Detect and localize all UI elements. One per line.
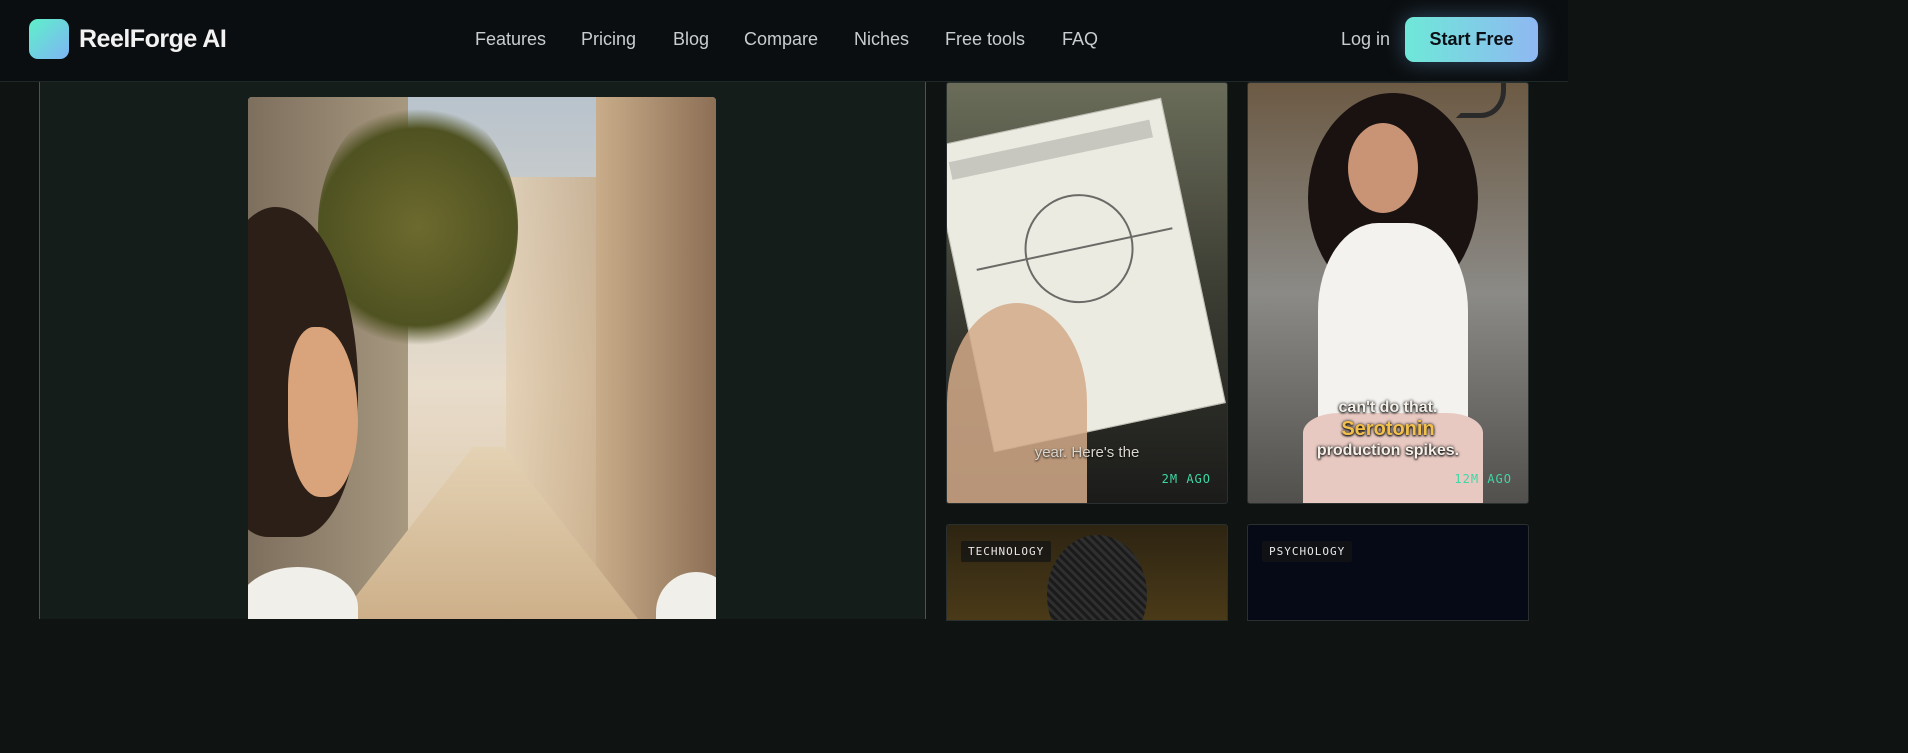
login-link[interactable]: Log in <box>1341 28 1390 50</box>
video-card[interactable]: TECHNOLOGY <box>946 524 1228 621</box>
nav-link-niches[interactable]: Niches <box>854 28 909 50</box>
video-timestamp: 2M AGO <box>1161 472 1211 486</box>
nav-link-blog[interactable]: Blog <box>673 28 709 50</box>
woman-face-illustration <box>1348 123 1418 213</box>
nav-link-pricing[interactable]: Pricing <box>581 28 636 50</box>
video-subtitle-line1: can't do that. <box>1338 399 1438 416</box>
video-subtitle-line3: production spikes. <box>1316 442 1460 459</box>
video-card[interactable]: can't do that. Serotonin production spik… <box>1247 82 1529 504</box>
video-card[interactable]: PSYCHOLOGY <box>1247 524 1529 621</box>
video-subtitle: year. Here's the <box>1034 444 1140 461</box>
video-timestamp: 12M AGO <box>1454 472 1512 486</box>
niche-tag: TECHNOLOGY <box>961 541 1052 562</box>
brand-name[interactable]: ReelForge AI <box>79 24 227 54</box>
hand-illustration <box>947 303 1087 503</box>
top-navbar: ReelForge AI Features Pricing Blog Compa… <box>0 0 1568 82</box>
reelforge-logo-icon[interactable] <box>29 19 69 59</box>
video-subtitle-highlight: Serotonin <box>1341 418 1435 440</box>
number-glyph-icon <box>1456 83 1506 118</box>
woman-braids-illustration <box>1047 535 1147 620</box>
nav-link-faq[interactable]: FAQ <box>1062 28 1098 50</box>
nav-link-free-tools[interactable]: Free tools <box>945 28 1025 50</box>
video-card[interactable]: year. Here's the 2M AGO <box>946 82 1228 504</box>
niche-tag: PSYCHOLOGY <box>1262 541 1353 562</box>
paper-header <box>948 119 1154 180</box>
nav-link-features[interactable]: Features <box>475 28 546 50</box>
start-free-button[interactable]: Start Free <box>1405 17 1538 62</box>
nav-link-compare[interactable]: Compare <box>744 28 818 50</box>
hero-video-preview[interactable] <box>248 97 716 619</box>
street-building-right <box>596 97 716 619</box>
